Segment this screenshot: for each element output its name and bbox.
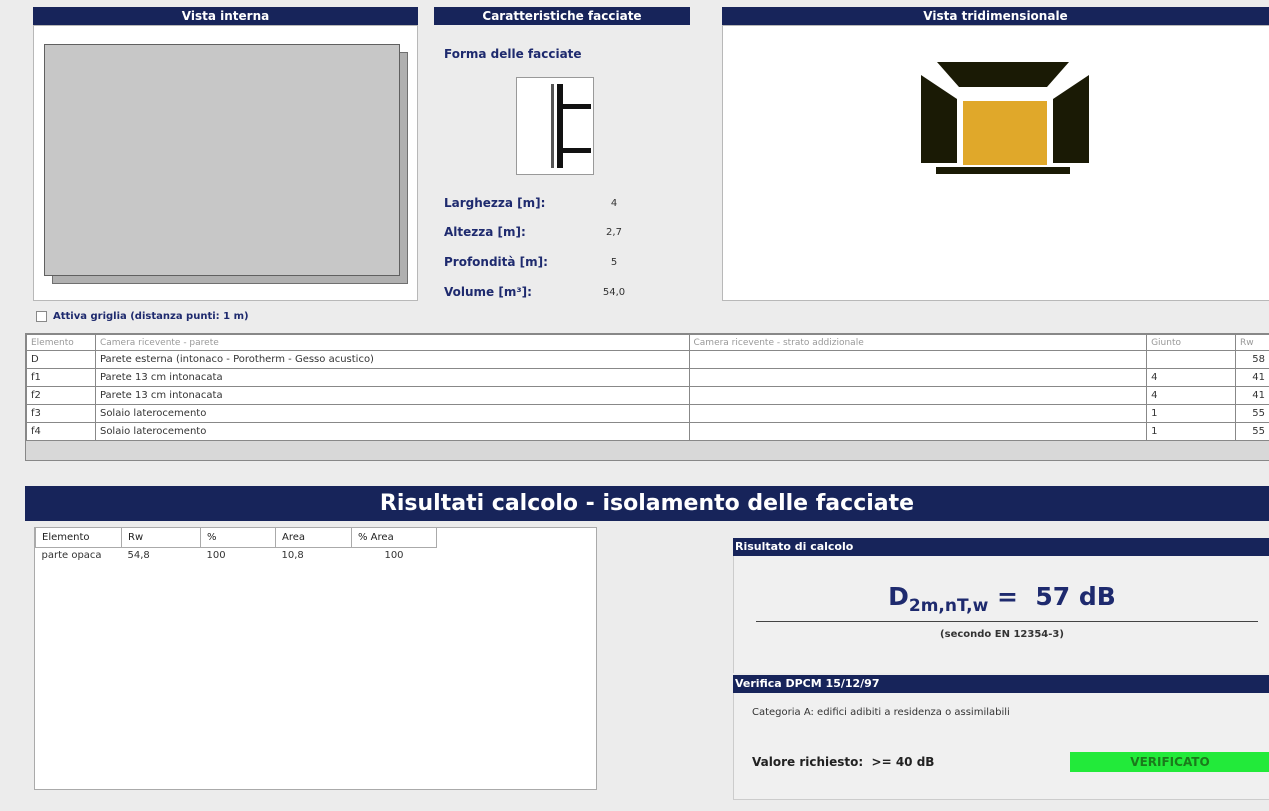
cell[interactable]: 1 <box>1146 422 1236 441</box>
cell[interactable]: 41 <box>1235 386 1269 405</box>
col-header[interactable]: Rw <box>121 528 201 548</box>
cell[interactable]: 54,8 <box>122 547 201 563</box>
width-value: 4 <box>610 198 618 209</box>
col-header[interactable]: Elemento <box>26 334 96 351</box>
cell[interactable]: 4 <box>1146 368 1236 387</box>
view-3d-canvas[interactable] <box>722 25 1269 301</box>
volume-label: Volume [m³]: <box>444 285 532 299</box>
table-row[interactable]: f4 Solaio laterocemento 1 55 <box>26 422 1269 441</box>
cell[interactable] <box>1146 350 1236 369</box>
cell[interactable]: 4 <box>1146 386 1236 405</box>
cell[interactable]: Parete 13 cm intonacata <box>94 368 690 387</box>
cell[interactable] <box>688 350 1148 369</box>
cell[interactable]: 10,8 <box>276 547 352 563</box>
formula-standard-note: (secondo EN 12354-3) <box>940 629 1064 640</box>
width-label: Larghezza [m]: <box>444 196 546 210</box>
cell[interactable]: parte opaca <box>36 547 122 563</box>
table-row[interactable]: f2 Parete 13 cm intonacata 4 41 <box>26 386 1269 405</box>
cell[interactable]: 100 <box>201 547 276 563</box>
col-header[interactable]: % <box>200 528 276 548</box>
wall-front-shape <box>44 44 400 276</box>
col-header[interactable]: Camera ricevente - strato addizionale <box>688 334 1148 351</box>
table-row[interactable]: f1 Parete 13 cm intonacata 4 41 <box>26 368 1269 387</box>
col-header[interactable]: Giunto <box>1146 334 1236 351</box>
col-header[interactable]: % Area <box>351 528 437 548</box>
table-row[interactable]: D Parete esterna (intonaco - Porotherm -… <box>26 350 1269 369</box>
volume-value: 54,0 <box>602 287 626 298</box>
facade-shape-icon[interactable] <box>516 77 594 175</box>
cell[interactable]: 100 <box>352 547 437 563</box>
internal-view-canvas[interactable] <box>33 25 418 301</box>
table-row[interactable]: parte opaca 54,8 100 10,8 100 <box>36 547 437 563</box>
cell[interactable] <box>688 404 1148 423</box>
cell[interactable]: 1 <box>1146 404 1236 423</box>
depth-value: 5 <box>610 257 618 268</box>
verification-header: Verifica DPCM 15/12/97 <box>733 675 1269 693</box>
facade-features-header: Caratteristiche facciate <box>434 7 690 25</box>
cell[interactable]: 58 <box>1235 350 1269 369</box>
cell[interactable]: Parete esterna (intonaco - Porotherm - G… <box>94 350 690 369</box>
cell[interactable]: 41 <box>1235 368 1269 387</box>
cell[interactable] <box>688 386 1148 405</box>
view-3d-header: Vista tridimensionale <box>722 7 1269 25</box>
cell[interactable]: D <box>26 350 96 369</box>
cell[interactable]: f3 <box>26 404 96 423</box>
cell[interactable] <box>688 422 1148 441</box>
calc-result-header: Risultato di calcolo <box>733 538 1269 556</box>
result-formula: D2m,nT,w = 57 dB <box>888 582 1116 616</box>
calc-result-panel: D2m,nT,w = 57 dB (secondo EN 12354-3) <box>733 556 1269 673</box>
cell[interactable]: Parete 13 cm intonacata <box>94 386 690 405</box>
grid-checkbox[interactable] <box>36 311 47 322</box>
cell[interactable]: f2 <box>26 386 96 405</box>
elements-table-header: Elemento Camera ricevente - parete Camer… <box>26 334 1269 351</box>
col-header[interactable]: Area <box>275 528 352 548</box>
facade-shape-label: Forma delle facciate <box>444 47 582 61</box>
table-row[interactable]: f3 Solaio laterocemento 1 55 <box>26 404 1269 423</box>
cell[interactable] <box>688 368 1148 387</box>
cell[interactable]: f4 <box>26 422 96 441</box>
grid-label: Attiva griglia (distanza punti: 1 m) <box>53 311 249 322</box>
status-badge: VERIFICATO <box>1070 752 1269 772</box>
required-value: Valore richiesto: >= 40 dB <box>752 755 935 769</box>
building-category: Categoria A: edifici adibiti a residenza… <box>752 707 1010 718</box>
results-table[interactable]: Elemento Rw % Area % Area parte opaca 54… <box>34 527 597 790</box>
results-table-header: Elemento Rw % Area % Area <box>35 528 437 548</box>
facade-features-panel: Forma delle facciate Larghezza [m]: 4 Al… <box>434 25 690 301</box>
formula-divider <box>756 621 1258 622</box>
results-banner: Risultati calcolo - isolamento delle fac… <box>25 486 1269 521</box>
internal-view-header: Vista interna <box>33 7 418 25</box>
col-header[interactable]: Camera ricevente - parete <box>94 334 690 351</box>
height-label: Altezza [m]: <box>444 225 526 239</box>
col-header[interactable]: Rw <box>1235 334 1269 351</box>
elements-table[interactable]: Elemento Camera ricevente - parete Camer… <box>25 333 1269 461</box>
cell[interactable]: Solaio laterocemento <box>94 404 690 423</box>
verification-panel: Categoria A: edifici adibiti a residenza… <box>733 693 1269 800</box>
depth-label: Profondità [m]: <box>444 255 548 269</box>
grid-toggle[interactable]: Attiva griglia (distanza punti: 1 m) <box>36 311 249 322</box>
cell[interactable]: 55 <box>1235 422 1269 441</box>
height-value: 2,7 <box>606 227 622 238</box>
cell[interactable]: Solaio laterocemento <box>94 422 690 441</box>
cell[interactable]: f1 <box>26 368 96 387</box>
room-3d-icon <box>921 62 1089 174</box>
col-header[interactable]: Elemento <box>35 528 122 548</box>
cell[interactable]: 55 <box>1235 404 1269 423</box>
